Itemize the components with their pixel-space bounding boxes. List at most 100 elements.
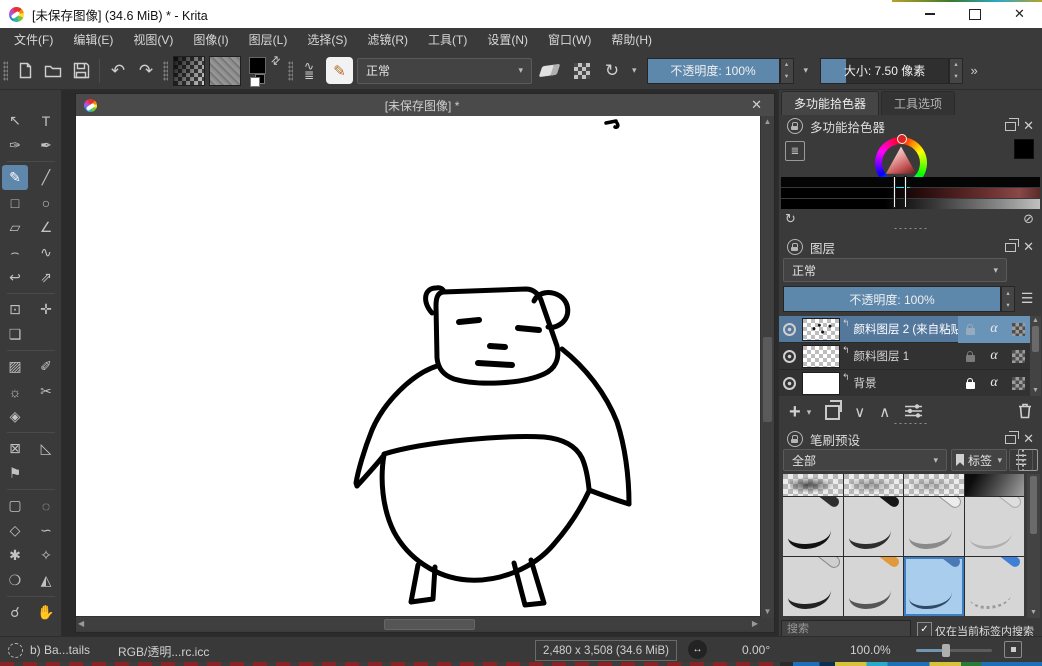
new-document-button[interactable] [11,57,39,85]
brush-grid-scrollbar[interactable]: ▼ [1027,474,1040,618]
brush-tag-filter-dropdown[interactable]: 全部 ▾ [783,449,947,471]
opacity-slider[interactable]: 不透明度: 100% [647,58,780,84]
brush-preset-button[interactable]: ✎ [326,57,353,84]
layer-inherit-alpha-toggle[interactable] [1006,316,1030,343]
gradient-chooser[interactable] [173,56,205,86]
similar-select-tool[interactable]: ✧ [33,543,59,568]
move-layer-down-button[interactable]: ∨ [854,403,865,421]
transform-tool[interactable]: ⊡ [2,297,28,322]
menu-item-settings[interactable]: 设置(N) [477,28,538,52]
menu-item-window[interactable]: 窗口(W) [538,28,601,52]
scroll-up-icon[interactable]: ▲ [764,116,772,128]
docker-resize-handle[interactable] [893,422,929,425]
vertical-scroll-thumb[interactable] [763,337,772,422]
scroll-up-icon[interactable]: ▲ [1032,316,1039,326]
move-layer-up-button[interactable]: ∧ [879,403,890,421]
bezier-select-tool[interactable]: ❍ [2,568,28,593]
layer-list-scrollbar[interactable]: ▲ ▼ [1030,316,1041,396]
scroll-down-icon[interactable]: ▼ [1032,386,1039,396]
menu-item-image[interactable]: 图像(I) [183,28,238,52]
current-color-swatch[interactable] [1014,139,1034,159]
brush-size-slider[interactable]: 大小: 7.50 像素 [820,58,949,84]
layer-thumbnail[interactable] [802,345,840,368]
dynamic-brush-tool[interactable]: ↩ [2,265,28,290]
menu-item-select[interactable]: 选择(S) [297,28,357,52]
canvas-vertical-scrollbar[interactable]: ▲ ▼ [760,116,774,618]
brush-preset-item[interactable] [844,497,904,556]
layer-inherit-alpha-toggle[interactable] [1006,343,1030,370]
freehand-path-tool[interactable]: ∿ [33,240,59,265]
text-tool[interactable]: T [33,108,59,133]
shade-strip-1[interactable] [781,177,1040,187]
chevron-down-icon[interactable]: ▾ [626,65,637,76]
lock-docker-icon[interactable] [787,118,803,134]
current-brush-name[interactable]: b) Ba...tails [30,643,90,657]
brush-preset-item[interactable] [965,474,1025,496]
opacity-spinbox[interactable]: ▴▾ [780,58,794,84]
brush-preset-item[interactable] [783,557,843,616]
layer-properties-button[interactable] [904,404,923,421]
layer-row-paint-layer-2[interactable]: ↰ 颜料图层 2 (来自粘贴) α [779,316,1030,343]
scroll-left-icon[interactable]: ◀ [78,617,84,630]
selection-display-icon[interactable] [8,643,23,658]
layer-lock-toggle[interactable] [958,343,982,370]
multibrush-tool[interactable]: ⇗ [33,265,59,290]
foreground-color-swatch[interactable] [249,57,266,74]
minimize-button[interactable] [907,1,952,28]
toolbar-drag-handle[interactable] [3,61,8,81]
reference-images-tool[interactable]: ⚑ [2,461,28,486]
menu-item-filter[interactable]: 滤镜(R) [357,28,418,52]
smart-patch-tool[interactable]: ✂ [33,379,59,404]
docker-header[interactable]: 笔刷预设 ✕ [779,430,1042,448]
toolbar-drag-handle[interactable] [163,61,168,81]
lock-docker-icon[interactable] [787,431,803,447]
layer-alpha-lock-toggle[interactable]: α [982,316,1006,343]
freehand-brush-tool[interactable]: ✎ [2,165,28,190]
zoom-slider[interactable] [916,649,992,652]
foreground-background-colors[interactable]: ⇄ [247,56,281,86]
menu-item-file[interactable]: 文件(F) [4,28,63,52]
menu-item-view[interactable]: 视图(V) [123,28,183,52]
close-docker-icon[interactable]: ✕ [1023,118,1034,134]
close-button[interactable]: ✕ [997,1,1042,28]
brush-preset-item[interactable] [904,474,964,496]
ellipse-select-tool[interactable]: ◌ [33,493,59,518]
default-fg-color-swatch[interactable] [250,77,260,87]
layer-name[interactable]: 颜料图层 2 (来自粘贴) [854,321,958,337]
swap-colors-icon[interactable]: ⇄ [268,52,284,68]
refresh-shades-icon[interactable]: ↻ [785,211,796,227]
shade-slider-marker[interactable] [904,176,907,208]
brush-preset-item-selected[interactable] [904,557,964,616]
freehand-select-tool[interactable]: ∽ [33,518,59,543]
brush-preset-item[interactable] [965,497,1025,556]
layer-row-paint-layer-1[interactable]: ↰ 颜料图层 1 α [779,343,1030,370]
layer-scroll-thumb[interactable] [1032,326,1039,352]
layer-thumbnail[interactable] [802,372,840,395]
layer-alpha-lock-toggle[interactable]: α [982,343,1006,370]
close-docker-icon[interactable]: ✕ [1023,239,1034,255]
float-docker-icon[interactable] [1005,243,1016,252]
calligraphy-tool[interactable]: ✒ [33,133,59,158]
assistants-tool[interactable]: ◺ [33,436,59,461]
layer-thumbnail[interactable] [802,318,840,341]
eraser-mode-button[interactable] [532,57,566,85]
search-current-tag-checkbox[interactable]: ✓ [917,622,932,637]
brush-preset-item[interactable] [904,497,964,556]
maximize-button[interactable] [952,1,997,28]
selector-settings-button[interactable]: ≣ [785,141,805,161]
zoom-percentage[interactable]: 100.0% [850,643,891,657]
polyline-tool[interactable]: ∠ [33,215,59,240]
ellipse-tool[interactable]: ○ [33,190,59,215]
tab-tool-options[interactable]: 工具选项 [881,91,955,115]
float-docker-icon[interactable] [1005,435,1016,444]
layer-name[interactable]: 颜料图层 1 [854,348,958,364]
lock-docker-icon[interactable] [787,239,803,255]
preserve-alpha-button[interactable] [566,57,598,85]
enclose-fill-tool[interactable]: ⊠ [2,436,28,461]
layer-opacity-spinbox[interactable]: ▴▾ [1001,286,1015,312]
canvas-horizontal-scrollbar[interactable]: ◀ ▶ [76,616,760,630]
menu-item-layer[interactable]: 图层(L) [239,28,298,52]
edit-brush-settings-button[interactable]: ∿ ≣ [296,58,322,84]
docker-header[interactable]: 多功能拾色器 ✕ [779,117,1042,135]
brush-size-spinbox[interactable]: ▴▾ [949,58,963,84]
